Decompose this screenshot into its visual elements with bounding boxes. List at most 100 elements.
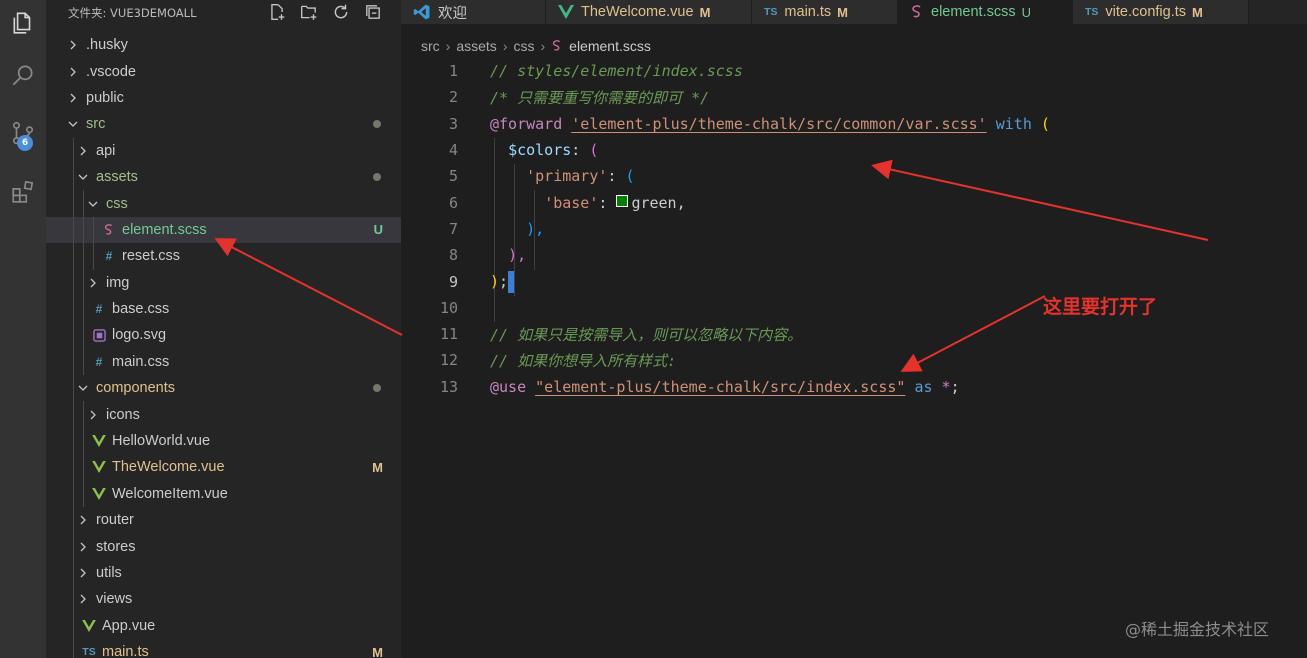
collapse-all-icon[interactable] [363,2,383,22]
line-number: 3 [448,114,458,133]
breadcrumb-item[interactable]: src [421,38,440,54]
refresh-icon[interactable] [331,2,351,22]
svg-file-icon [92,329,106,342]
breadcrumb-item[interactable]: element.scss [569,38,651,54]
chevron-right-icon [76,540,90,554]
line-number: 13 [439,377,458,396]
tree-indent-guide [73,533,74,560]
tree-item-label: icons [106,406,140,423]
chevron-right-icon [76,592,90,606]
tree-indent-guide [73,137,74,164]
new-file-icon[interactable] [267,2,287,22]
tree-indent-guide [73,401,74,428]
tree-indent-guide [83,454,84,481]
tree-item-src[interactable]: src [46,111,401,137]
code-punct: , [676,193,686,212]
search-icon[interactable] [0,52,46,98]
tree-item-api[interactable]: api [46,137,401,164]
tree-item-main-css[interactable]: # main.css [46,348,401,376]
tree-item-label: base.css [112,301,170,318]
tab-element-scss[interactable]: element.scss U [898,0,1073,24]
code-line: 8 ), [401,242,1307,268]
text-cursor [508,270,515,293]
color-swatch[interactable] [616,195,629,208]
tree-item-router[interactable]: router [46,507,401,534]
tree-indent-guide [73,295,74,323]
code-comment: // 如果只是按需导入，则可以忽略以下内容。 [490,325,803,344]
tree-item-label: src [86,116,106,133]
ts-icon: TS [1085,6,1099,18]
tree-item-element-scss[interactable]: element.scss U [46,216,401,244]
line-number: 11 [439,325,458,344]
tree-item-logo-svg[interactable]: logo.svg [46,322,401,349]
tree-item-label: api [96,142,116,159]
tree-indent-guide [83,216,84,244]
tree-item-app-vue[interactable]: App.vue [46,612,401,639]
tree-item-label: WelcomeItem.vue [112,485,228,502]
tree-item-views[interactable]: views [46,586,401,613]
scss-icon [910,4,924,20]
vscode-logo-icon [413,3,431,21]
code-keyword: @forward [490,114,563,133]
tree-indent-guide [83,427,84,455]
tree-item-main-ts[interactable]: TS main.ts M [46,638,401,658]
line-number: 4 [448,141,458,160]
tree-indent-guide [73,375,74,402]
tree-item-label: views [96,591,133,608]
code-comment: // 如果你想导入所有样式: [490,351,677,370]
code-editor[interactable]: 1 // styles/element/index.scss 2 /* 只需要重… [401,58,1307,658]
tree-item-components[interactable]: components [46,375,401,402]
code-punct: ), [526,219,545,238]
new-folder-icon[interactable] [299,2,319,22]
tree-item-husky[interactable]: .husky [46,32,401,58]
tab-status: U [1021,4,1032,20]
tree-item-img[interactable]: img [46,269,401,296]
tree-item-icons[interactable]: icons [46,401,401,428]
tab-status: M [837,4,849,20]
chevron-right-icon [76,513,90,527]
tree-item-base-css[interactable]: # base.css [46,295,401,323]
change-dot [373,384,381,393]
breadcrumb-item[interactable]: assets [456,38,496,54]
chevron-right-icon [76,144,90,158]
chevron-right-icon: › [445,38,451,54]
scss-icon [102,223,116,237]
tab-main-ts[interactable]: TS main.ts M [752,0,898,24]
line-number: 12 [439,351,458,370]
tree-item-label: components [96,380,175,397]
tab-welcome[interactable]: 欢迎 [401,0,546,24]
tree-item-label: TheWelcome.vue [112,459,225,476]
chevron-down-icon [76,381,90,395]
line-number: 8 [448,246,458,265]
tree-item-stores[interactable]: stores [46,533,401,560]
explorer-icon[interactable] [0,0,46,46]
tree-item-css[interactable]: css [46,190,401,217]
code-line: 11 // 如果只是按需导入，则可以忽略以下内容。 [401,321,1307,347]
chevron-right-icon [86,408,100,422]
git-status-badge: M [372,644,383,658]
tree-item-welcomeitem-vue[interactable]: WelcomeItem.vue [46,480,401,508]
explorer-header: 文件夹: VUE3DEMOALL [46,0,401,24]
code-line: 1 // styles/element/index.scss [401,58,1307,84]
tree-item-utils[interactable]: utils [46,559,401,587]
breadcrumb-item[interactable]: css [513,38,534,54]
code-line: 10 [401,295,1307,321]
code-paren: ( [1040,114,1050,133]
tree-item-reset-css[interactable]: # reset.css [46,243,401,270]
tree-item-vscode[interactable]: .vscode [46,58,401,84]
tree-item-helloworld-vue[interactable]: HelloWorld.vue [46,427,401,455]
code-value: green [631,193,677,212]
tab-label: main.ts [784,4,832,20]
tree-indent-guide [83,269,84,296]
tab-label: 欢迎 [438,5,467,22]
tree-item-assets[interactable]: assets [46,163,401,191]
tab-vite-config-ts[interactable]: TS vite.config.ts M [1073,0,1249,24]
code-line: 13 @use "element-plus/theme-chalk/src/in… [401,374,1307,400]
tab-thewelcome-vue[interactable]: TheWelcome.vue M [546,0,752,24]
line-number: 1 [448,62,458,81]
extensions-icon[interactable] [0,168,46,214]
vue-icon [92,461,106,474]
chevron-right-icon [66,65,80,79]
tree-item-public[interactable]: public [46,85,401,111]
tree-item-thewelcome-vue[interactable]: TheWelcome.vue M [46,454,401,481]
